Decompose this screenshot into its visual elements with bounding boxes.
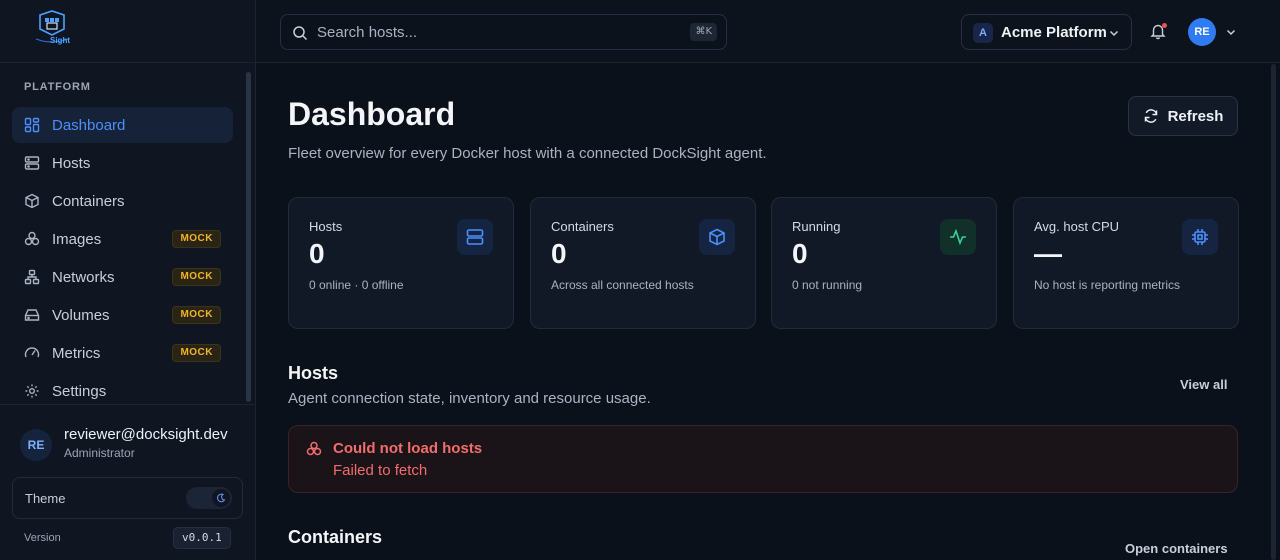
activity-icon [940, 219, 976, 255]
hard-drive-icon [24, 307, 40, 323]
sidebar-item-label: Settings [52, 382, 107, 400]
container-box-icon [699, 219, 735, 255]
open-containers-link[interactable]: Open containers [1125, 541, 1228, 556]
hosts-section-title: Hosts [288, 363, 339, 383]
sidebar-scrollbar[interactable] [246, 72, 251, 402]
error-layers-icon [306, 441, 322, 456]
stat-card-running: Running 0 0 not running [771, 197, 997, 329]
mock-badge: MOCK [172, 306, 221, 324]
gauge-icon [24, 345, 40, 361]
view-all-hosts-link[interactable]: View all [1180, 377, 1227, 392]
org-switcher[interactable]: A Acme Platform [961, 14, 1132, 50]
theme-setting: Theme [12, 477, 243, 519]
brand-text: Sight [50, 36, 70, 45]
user-avatar[interactable]: RE [1188, 18, 1216, 46]
sidebar-footer: RE reviewer@docksight.dev Administrator … [0, 404, 255, 560]
sidebar-item-metrics[interactable]: Metrics MOCK [12, 335, 233, 371]
search-input[interactable] [317, 15, 677, 49]
stat-card-cpu: Avg. host CPU — No host is reporting met… [1013, 197, 1239, 329]
sidebar-item-networks[interactable]: Networks MOCK [12, 259, 233, 295]
sidebar-item-hosts[interactable]: Hosts [12, 145, 233, 181]
version-badge: v0.0.1 [173, 527, 231, 549]
stat-label: Running [792, 219, 841, 234]
page-subtitle: Fleet overview for every Docker host wit… [288, 145, 767, 162]
avatar[interactable]: RE [20, 429, 52, 461]
server-icon [457, 219, 493, 255]
layers-icon [24, 231, 40, 247]
hosts-section-subtitle: Agent connection state, inventory and re… [288, 390, 651, 407]
stat-label: Hosts [309, 219, 343, 234]
notification-dot [1162, 23, 1167, 28]
dashboard-icon [24, 117, 40, 133]
search-box[interactable]: ⌘K [280, 14, 727, 50]
version-label: Version [24, 532, 61, 544]
mock-badge: MOCK [172, 230, 221, 248]
sidebar-item-label: Dashboard [52, 116, 126, 134]
network-icon [24, 269, 40, 285]
theme-toggle[interactable] [186, 487, 232, 509]
chevron-down-icon[interactable] [1224, 25, 1238, 39]
sidebar-item-images[interactable]: Images MOCK [12, 221, 233, 257]
nav-section-label: PLATFORM [24, 81, 91, 93]
theme-label: Theme [25, 491, 66, 506]
org-name: Acme Platform [1001, 24, 1107, 41]
user-role: Administrator [64, 446, 135, 460]
refresh-label: Refresh [1167, 107, 1224, 125]
refresh-button[interactable]: Refresh [1128, 96, 1238, 136]
error-title: Could not load hosts [333, 440, 483, 457]
stat-value: 0 [792, 238, 808, 269]
stat-value: — [1034, 238, 1062, 269]
stat-sub: No host is reporting metrics [1034, 278, 1181, 292]
refresh-icon [1144, 109, 1157, 123]
stat-sub: 0 not running [792, 278, 863, 292]
sidebar-item-label: Volumes [52, 306, 110, 324]
sidebar: Sight PLATFORM Dashboard Hosts Container… [0, 0, 256, 560]
org-avatar: A [973, 23, 993, 43]
sidebar-item-label: Metrics [52, 344, 101, 362]
main-scrollbar[interactable] [1271, 64, 1276, 560]
container-box-icon [24, 193, 40, 209]
sidebar-item-label: Networks [52, 268, 115, 286]
moon-icon [212, 489, 230, 507]
stat-value: 0 [551, 238, 567, 269]
logo-area: Sight [0, 0, 255, 63]
sidebar-item-label: Images [52, 230, 102, 248]
stat-label: Avg. host CPU [1034, 219, 1120, 234]
server-icon [24, 155, 40, 171]
containers-section-title: Containers [288, 527, 383, 547]
sidebar-item-volumes[interactable]: Volumes MOCK [12, 297, 233, 333]
stat-card-hosts: Hosts 0 0 online · 0 offline [288, 197, 514, 329]
page-title: Dashboard [288, 96, 456, 132]
mock-badge: MOCK [172, 268, 221, 286]
gear-icon [24, 383, 40, 399]
stat-label: Containers [551, 219, 614, 234]
stat-value: 0 [309, 238, 325, 269]
stat-card-containers: Containers 0 Across all connected hosts [530, 197, 756, 329]
user-email: reviewer@docksight.dev [64, 426, 228, 443]
sidebar-item-label: Containers [52, 192, 125, 210]
sidebar-item-dashboard[interactable]: Dashboard [12, 107, 233, 143]
stat-sub: 0 online · 0 offline [309, 278, 404, 292]
sidebar-item-containers[interactable]: Containers [12, 183, 233, 219]
shortcut-hint: ⌘K [690, 23, 717, 41]
sidebar-item-label: Hosts [52, 154, 91, 172]
topbar: ⌘K A Acme Platform RE [256, 0, 1280, 63]
search-icon [293, 26, 308, 41]
hosts-error-alert: Could not load hosts Failed to fetch [288, 425, 1238, 493]
cpu-icon [1182, 219, 1218, 255]
error-message: Failed to fetch [333, 462, 428, 479]
stat-sub: Across all connected hosts [551, 278, 694, 292]
mock-badge: MOCK [172, 344, 221, 362]
chevron-down-icon [1109, 30, 1119, 37]
